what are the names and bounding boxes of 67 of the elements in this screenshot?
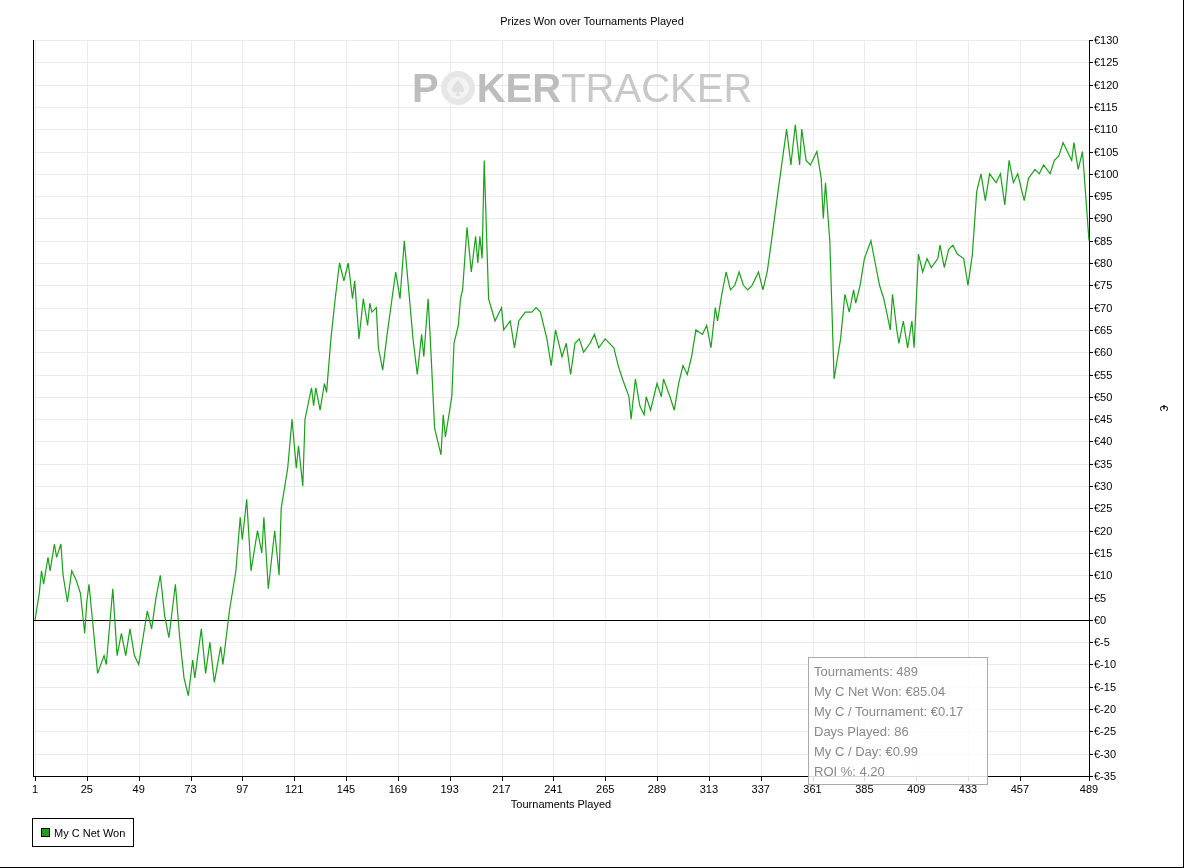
y-tick-label: €85 [1094,234,1113,247]
y-tick-label: €-35 [1094,770,1117,782]
y-tick-label: €105 [1094,145,1119,158]
y-tick-label: €10 [1094,569,1113,582]
y-tick-label: €40 [1094,435,1113,448]
x-tick-label: 457 [1010,783,1030,795]
y-tick-label: €80 [1094,257,1113,270]
y-tick-label: €130 [1094,34,1119,46]
y-tick-label: €45 [1094,413,1113,426]
x-tick-label: 121 [285,783,304,795]
x-tick-label: 1 [31,783,39,795]
x-tick-label: 25 [80,783,93,795]
stat-text: My C Net Won: €85.04 [814,683,947,701]
y-tick-label: €15 [1094,546,1113,559]
x-tick-label: 289 [647,783,667,795]
y-tick-label: €90 [1094,212,1113,225]
y-tick-label: €55 [1094,368,1113,381]
y-tick-label: €75 [1094,279,1113,292]
x-axis-title: Tournaments Played [510,798,612,810]
y-tick-label: €35 [1094,457,1113,470]
y-tick-label: €100 [1094,167,1119,180]
stat-text: My C / Day: €0.99 [814,743,920,761]
stat-text: My C / Tournament: €0.17 [814,703,965,721]
y-axis-title: € [1158,404,1170,412]
chart-title: Prizes Won over Tournaments Played [499,14,685,29]
stat-text: ROI %: 4.20 [814,763,886,781]
x-tick-label: 145 [336,783,356,795]
y-tick-label: €25 [1094,502,1113,515]
y-tick-label: €60 [1094,346,1113,359]
y-tick-label: €20 [1094,524,1113,537]
x-tick-label: 193 [440,783,459,795]
logo-text: KER [476,68,562,108]
y-tick-label: €120 [1094,78,1119,91]
y-tick-label: €95 [1094,190,1113,203]
x-tick-label: 433 [958,783,978,795]
y-tick-label: €5 [1094,591,1107,604]
x-tick-label: 313 [699,783,719,795]
y-tick-label: €30 [1094,480,1113,493]
x-tick-label: 265 [596,783,615,795]
stat-text: Tournaments: 489 [814,663,920,681]
y-tick-label: €0 [1094,613,1107,626]
stat-text: Days Played: 86 [814,723,910,741]
x-tick-label: 73 [184,783,197,795]
x-tick-label: 489 [1079,783,1099,795]
legend-label: My C Net Won [54,826,126,839]
y-tick-label: €-5 [1094,636,1110,649]
y-tick-label: €110 [1094,123,1118,136]
x-tick-label: 169 [388,783,408,795]
x-tick-label: 385 [855,783,874,795]
y-tick-label: €-20 [1094,703,1117,716]
y-tick-label: €-25 [1094,725,1117,738]
y-tick-label: €-15 [1094,680,1117,693]
y-tick-label: €50 [1094,390,1113,403]
y-tick-label: €-30 [1094,747,1117,760]
y-tick-label: €65 [1094,323,1113,336]
y-tick-label: €115 [1094,100,1118,113]
y-tick-label: €70 [1094,301,1113,314]
x-tick-label: 241 [544,783,563,795]
x-tick-label: 337 [751,783,770,795]
logo-text: P [412,68,439,108]
x-tick-label: 361 [803,783,822,795]
x-tick-label: 97 [236,783,249,795]
y-tick-label: €125 [1094,56,1119,69]
x-tick-label: 409 [907,783,926,795]
x-tick-label: 217 [492,783,511,795]
y-tick-label: €-10 [1094,658,1117,671]
x-tick-label: 49 [132,783,145,795]
